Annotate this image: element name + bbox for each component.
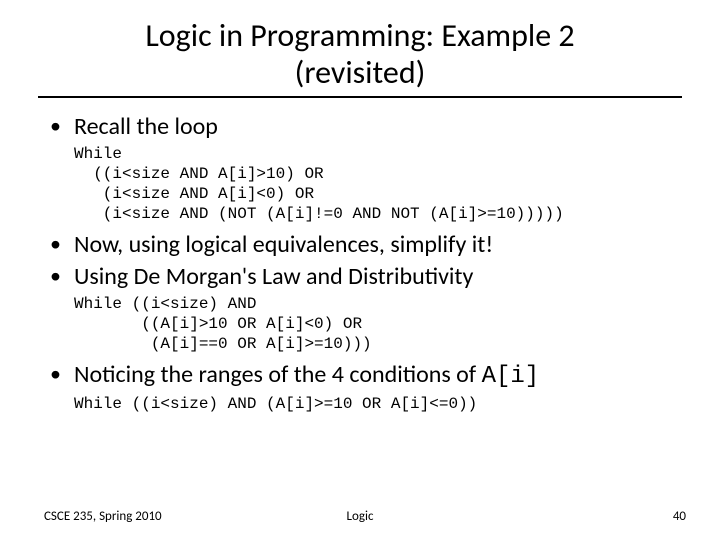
title-line-1: Logic in Programming: Example 2 (145, 16, 574, 55)
inline-code-ai: A[i] (482, 363, 540, 390)
footer-page-number: 40 (673, 509, 686, 524)
code-block-3: While ((i<size) AND (A[i]>=10 OR A[i]<=0… (44, 394, 676, 414)
footer-topic: Logic (0, 509, 720, 524)
bullet-list: Noticing the ranges of the 4 conditions … (44, 360, 676, 392)
code-block-1: While ((i<size AND A[i]>10) OR (i<size A… (44, 144, 676, 224)
title-line-2: (revisited) (295, 53, 426, 92)
bullet-list: Now, using logical equivalences, simplif… (44, 230, 676, 292)
slide-body: Recall the loop While ((i<size AND A[i]>… (0, 98, 720, 414)
bullet-demorgan: Using De Morgan's Law and Distributivity (44, 262, 676, 292)
slide-title: Logic in Programming: Example 2 (revisit… (0, 0, 720, 92)
code-block-2: While ((i<size) AND ((A[i]>10 OR A[i]<0)… (44, 294, 676, 354)
bullet-recall: Recall the loop (44, 112, 676, 142)
bullet-ranges-text: Noticing the ranges of the 4 conditions … (74, 360, 482, 389)
bullet-list: Recall the loop (44, 112, 676, 142)
bullet-ranges: Noticing the ranges of the 4 conditions … (44, 360, 676, 392)
bullet-simplify: Now, using logical equivalences, simplif… (44, 230, 676, 260)
